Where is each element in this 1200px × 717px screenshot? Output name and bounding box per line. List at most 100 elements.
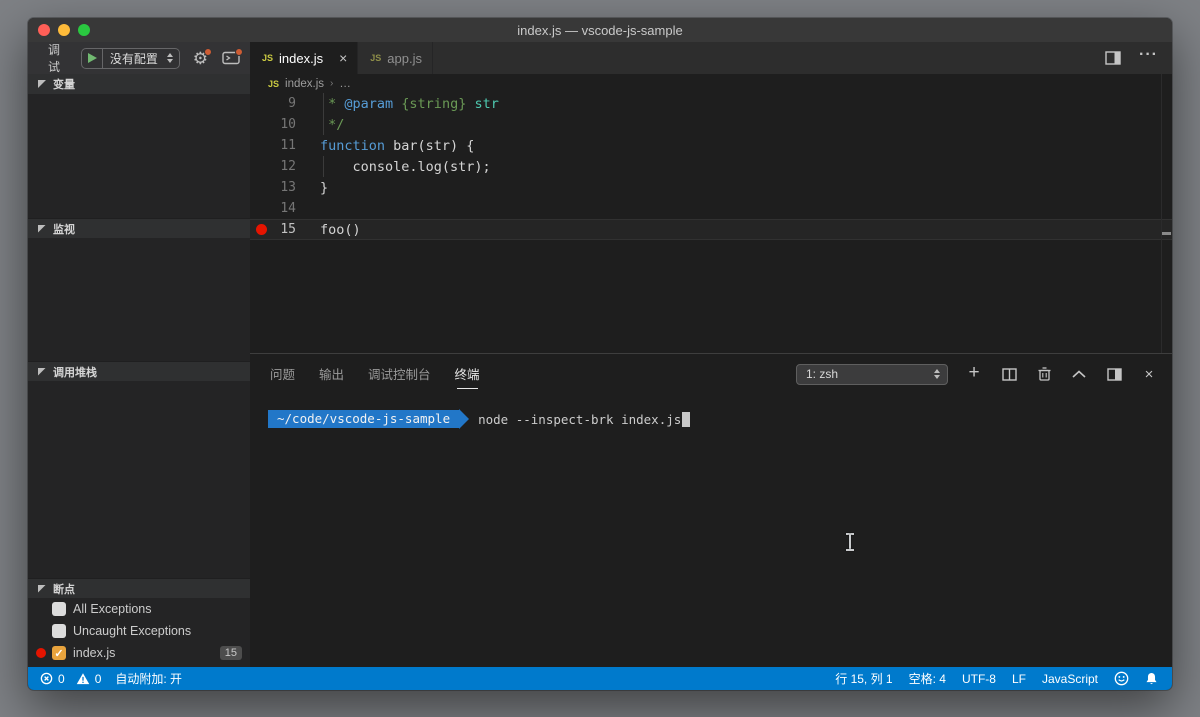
code-text[interactable]: function bar(str) { (320, 135, 1172, 156)
new-terminal-button[interactable]: + (965, 365, 983, 383)
split-terminal-button[interactable] (1000, 365, 1018, 383)
breakpoint-checkbox[interactable] (52, 624, 66, 638)
code-text[interactable]: } (320, 177, 1172, 198)
encoding-status[interactable]: UTF-8 (962, 672, 996, 686)
warning-count: 0 (95, 672, 102, 686)
maximize-panel-button[interactable] (1070, 365, 1088, 383)
editor-gutter[interactable]: 11 (250, 135, 320, 156)
twisty-icon (38, 368, 46, 376)
auto-attach-status[interactable]: 自动附加: 开 (115, 670, 182, 687)
code-token: console.log(str); (320, 159, 491, 175)
more-actions-button[interactable]: ··· (1139, 55, 1158, 61)
code-text[interactable]: foo() (320, 219, 1172, 240)
panel-tab-list: 问题输出调试控制台终端 (268, 358, 796, 390)
code-text[interactable]: */ (320, 114, 1172, 135)
debug-console-button[interactable] (221, 47, 242, 69)
breadcrumb-more[interactable]: … (339, 78, 351, 90)
breadcrumb-file[interactable]: index.js (285, 78, 324, 90)
panel-tab-terminal[interactable]: 终端 (453, 358, 482, 390)
breakpoint-checkbox[interactable]: ✓ (52, 646, 66, 660)
code-text[interactable]: * @param {string} str (320, 93, 1172, 114)
section-header-variables[interactable]: 变量 (28, 74, 250, 94)
code-line[interactable]: 14 (250, 198, 1172, 219)
split-editor-button[interactable] (1105, 51, 1121, 65)
kill-terminal-button[interactable] (1035, 365, 1053, 383)
smiley-icon (1114, 671, 1129, 686)
debug-config-select[interactable]: 没有配置 (103, 50, 165, 67)
breakpoint-item-all-exceptions[interactable]: All Exceptions (28, 598, 250, 620)
bottom-panel: 问题输出调试控制台终端 1: zsh + (250, 353, 1172, 667)
close-tab-icon[interactable]: × (339, 51, 347, 65)
editor-gutter[interactable]: 15 (250, 219, 320, 240)
terminal-select[interactable]: 1: zsh (796, 364, 948, 385)
window-title: index.js — vscode-js-sample (28, 23, 1172, 38)
section-header-watch[interactable]: 监视 (28, 218, 250, 238)
problems-status[interactable]: 0 0 (40, 672, 101, 686)
code-token: str (474, 96, 498, 112)
terminal-select-value: 1: zsh (797, 367, 932, 381)
ruler-cursor-mark (1162, 232, 1171, 235)
code-line[interactable]: 10 */ (250, 114, 1172, 135)
bell-icon (1145, 672, 1158, 686)
code-editor[interactable]: JS index.js › … 9 * @param {string} str1… (250, 74, 1172, 353)
breakpoint-checkbox[interactable] (52, 602, 66, 616)
section-header-breakpoints[interactable]: 断点 (28, 578, 250, 598)
cursor-position-status[interactable]: 行 15, 列 1 (835, 670, 892, 687)
notifications-button[interactable] (1145, 672, 1158, 686)
code-token: function (320, 138, 385, 154)
breakpoint-dot-icon (256, 224, 267, 235)
line-number: 10 (250, 117, 320, 132)
close-window-button[interactable] (38, 24, 50, 36)
tab-index-js[interactable]: JS index.js × (250, 42, 358, 74)
line-number: 12 (250, 159, 320, 174)
debug-config-control: 没有配置 (81, 48, 180, 69)
breadcrumb[interactable]: JS index.js › … (250, 74, 1172, 93)
breakpoint-item-uncaught-exceptions[interactable]: Uncaught Exceptions (28, 620, 250, 642)
breakpoint-label: All Exceptions (73, 602, 242, 616)
language-mode-status[interactable]: JavaScript (1042, 672, 1098, 686)
breakpoints-list: All Exceptions Uncaught Exceptions✓index.… (28, 598, 250, 667)
close-panel-button[interactable]: × (1140, 365, 1158, 383)
zoom-window-button[interactable] (78, 24, 90, 36)
editor-gutter[interactable]: 12 (250, 156, 320, 177)
editor-gutter[interactable]: 10 (250, 114, 320, 135)
editor-gutter[interactable]: 14 (250, 198, 320, 219)
terminal-view[interactable]: ~/code/vscode-js-sample node --inspect-b… (250, 394, 1172, 667)
code-line[interactable]: 15foo() (250, 219, 1172, 240)
code-text[interactable] (320, 198, 1172, 219)
code-text[interactable]: console.log(str); (320, 156, 1172, 177)
line-number: 9 (250, 96, 320, 111)
minimize-window-button[interactable] (58, 24, 70, 36)
feedback-button[interactable] (1114, 671, 1129, 686)
eol-status[interactable]: LF (1012, 672, 1026, 686)
code-line[interactable]: 12 console.log(str); (250, 156, 1172, 177)
indent-guide (323, 114, 324, 135)
watch-panel (28, 238, 250, 361)
select-arrows-icon (932, 369, 947, 379)
twisty-icon (38, 80, 46, 88)
panel-tab-debug-console[interactable]: 调试控制台 (366, 358, 433, 390)
tab-app-js[interactable]: JS app.js (358, 42, 433, 74)
breakpoint-item-index-js[interactable]: ✓index.js15 (28, 642, 250, 664)
panel-tab-problems[interactable]: 问题 (268, 358, 297, 390)
code-line[interactable]: 9 * @param {string} str (250, 93, 1172, 114)
indentation-status[interactable]: 空格: 4 (909, 670, 946, 687)
editor-gutter[interactable]: 13 (250, 177, 320, 198)
overview-ruler[interactable] (1161, 74, 1172, 353)
configure-gear-button[interactable]: ⚙ (190, 47, 211, 69)
debug-toolbar: 调试 没有配置 ⚙ (28, 42, 250, 74)
variables-panel (28, 94, 250, 218)
editor-gutter[interactable]: 9 (250, 93, 320, 114)
play-icon (88, 53, 97, 63)
js-file-icon: JS (370, 53, 381, 63)
code-line[interactable]: 13} (250, 177, 1172, 198)
terminal-line: ~/code/vscode-js-sample node --inspect-b… (268, 410, 1172, 428)
section-header-call-stack[interactable]: 调用堆栈 (28, 361, 250, 381)
code-line[interactable]: 11function bar(str) { (250, 135, 1172, 156)
code-token: @param (344, 96, 393, 112)
vscode-window: index.js — vscode-js-sample 调试 没有配置 ⚙ (28, 18, 1172, 690)
start-debugging-button[interactable] (82, 49, 102, 68)
move-panel-right-button[interactable] (1105, 365, 1123, 383)
panel-tab-output[interactable]: 输出 (317, 358, 346, 390)
breakpoint-dot-column (36, 648, 52, 658)
